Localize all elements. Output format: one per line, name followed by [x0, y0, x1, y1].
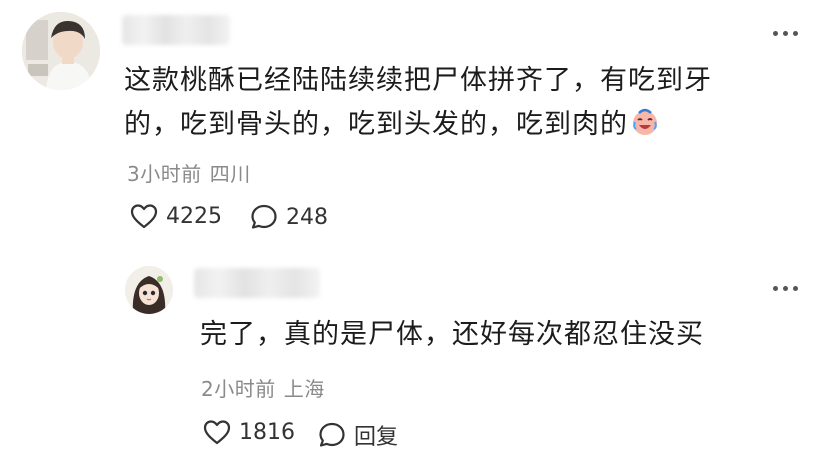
reply-text: 完了，真的是尸体，还好每次都忍住没买 [200, 319, 704, 350]
more-dot-icon [783, 31, 788, 36]
comment-reply-count: 248 [286, 204, 328, 230]
comment-text: 这款桃酥已经陆陆续续把尸体拼齐了，有吃到牙的，吃到骨头的，吃到头发的，吃到肉的 [124, 65, 712, 140]
reply-meta: 2小时前 上海 [201, 373, 325, 402]
commenter-name-blurred [122, 15, 230, 45]
reply-more-button[interactable] [773, 286, 798, 291]
heart-icon [130, 204, 158, 229]
reply-location: 上海 [283, 377, 325, 401]
heart-icon [203, 420, 231, 445]
reply-like-count: 1816 [239, 419, 295, 445]
comment-time: 3小时前 [127, 162, 202, 186]
reply-like-button[interactable]: 1816 [203, 419, 295, 445]
chat-bubble-icon [319, 422, 345, 447]
replier-avatar[interactable] [125, 266, 173, 314]
comment-more-button[interactable] [773, 31, 798, 36]
comment-location: 四川 [209, 162, 251, 186]
comment-thread: 这款桃酥已经陆陆续续把尸体拼齐了，有吃到牙的，吃到骨头的，吃到头发的，吃到肉的 … [0, 0, 826, 468]
replier-name-blurred [194, 268, 320, 298]
comment-body: 这款桃酥已经陆陆续续把尸体拼齐了，有吃到牙的，吃到骨头的，吃到头发的，吃到肉的 [124, 59, 764, 147]
more-dot-icon [783, 286, 788, 291]
comment-like-button[interactable]: 4225 [130, 203, 222, 229]
more-dot-icon [793, 286, 798, 291]
avatar-image [125, 266, 173, 314]
more-dot-icon [793, 31, 798, 36]
more-dot-icon [773, 31, 778, 36]
chat-bubble-icon [251, 204, 277, 229]
comment-meta: 3小时前 四川 [127, 158, 251, 187]
commenter-avatar[interactable] [22, 12, 100, 90]
reply-reply-button[interactable]: 回复 [318, 419, 398, 451]
comment-reply-button[interactable]: 248 [250, 203, 328, 231]
reply-time: 2小时前 [201, 377, 276, 401]
more-dot-icon [773, 286, 778, 291]
avatar-image [22, 12, 100, 90]
reply-body: 完了，真的是尸体，还好每次都忍住没买 [200, 313, 780, 357]
crying-laughing-face-icon [633, 108, 657, 135]
reply-reply-label: 回复 [354, 425, 399, 450]
comment-like-count: 4225 [166, 203, 222, 229]
